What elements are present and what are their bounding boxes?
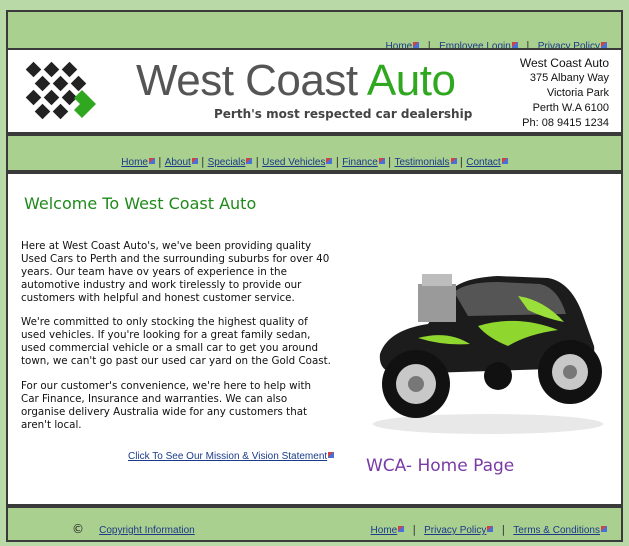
logo-icon (25, 61, 96, 120)
mission-link-wrap: Click To See Our Mission & Vision Statem… (128, 444, 335, 463)
link-marker-icon (413, 41, 420, 48)
address-line: Victoria Park (546, 87, 609, 99)
link-marker-icon (378, 157, 385, 164)
link-marker-icon (246, 157, 253, 164)
main-content: Welcome To West Coast Auto Here at West … (6, 172, 623, 506)
brand-logo-text: West Coast Auto (136, 56, 456, 105)
hot-rod-car-image (373, 274, 603, 434)
link-marker-icon (511, 41, 518, 48)
main-nav: Home | About | Specials | Used Vehicles | Financ… (8, 150, 621, 169)
mission-statement-link[interactable]: Click To See Our Mission & Vision Statem… (128, 451, 327, 462)
main-nav-bar: Home | About | Specials | Used Vehicles | Financ… (6, 134, 623, 172)
link-marker-icon (601, 41, 607, 48)
footer-terms-link[interactable]: Terms & Conditions (513, 525, 600, 536)
link-marker-icon (148, 157, 155, 164)
dealer-address: West Coast Auto 375 Albany Way Victoria … (520, 56, 609, 131)
separator: | (255, 155, 260, 168)
separator: | (200, 155, 205, 168)
intro-paragraph: Here at West Coast Auto's, we've been pr… (21, 240, 330, 304)
top-bar: Home | Employee Login | Privacy Policy (6, 10, 623, 52)
nav-finance-link[interactable]: Finance (342, 157, 378, 168)
nav-contact-link[interactable]: Contact (466, 157, 500, 168)
separator: | (387, 155, 392, 168)
footer-left: © Copyright Information (72, 518, 195, 537)
nav-home-link[interactable]: Home (121, 157, 148, 168)
separator: | (412, 523, 417, 536)
nav-used-vehicles-link[interactable]: Used Vehicles (262, 157, 325, 168)
link-marker-icon (501, 157, 508, 164)
dealer-name: West Coast Auto (519, 56, 609, 70)
header: West Coast Auto Perth's most respected c… (6, 48, 623, 134)
stock-paragraph: We're committed to only stocking the hig… (21, 316, 331, 367)
separator: | (335, 155, 340, 168)
footer: © Copyright Information Home | Privacy P… (6, 506, 623, 542)
nav-about-link[interactable]: About (165, 157, 191, 168)
page-caption: WCA- Home Page (366, 456, 515, 476)
phone-number: Ph: 08 9415 1234 (522, 117, 609, 129)
tagline: Perth's most respected car dealership (214, 107, 473, 121)
nav-testimonials-link[interactable]: Testimonials (394, 157, 449, 168)
copyright-icon: © (72, 522, 84, 536)
link-marker-icon (398, 525, 405, 532)
link-marker-icon (328, 451, 335, 458)
link-marker-icon (487, 525, 494, 532)
address-line: Perth W.A 6100 (532, 102, 609, 114)
link-marker-icon (601, 525, 607, 532)
separator: | (501, 523, 506, 536)
link-marker-icon (191, 157, 198, 164)
footer-privacy-policy-link[interactable]: Privacy Policy (424, 525, 486, 536)
services-paragraph: For our customer's convenience, we're he… (21, 380, 312, 431)
footer-links: Home | Privacy Policy | Terms & Conditio… (371, 518, 607, 537)
separator: | (157, 155, 162, 168)
separator: | (459, 155, 464, 168)
copyright-information-link[interactable]: Copyright Information (99, 525, 195, 536)
link-marker-icon (450, 157, 457, 164)
page-title: Welcome To West Coast Auto (24, 194, 257, 213)
nav-specials-link[interactable]: Specials (208, 157, 246, 168)
address-line: 375 Albany Way (529, 72, 609, 84)
footer-home-link[interactable]: Home (371, 525, 398, 536)
link-marker-icon (326, 157, 333, 164)
